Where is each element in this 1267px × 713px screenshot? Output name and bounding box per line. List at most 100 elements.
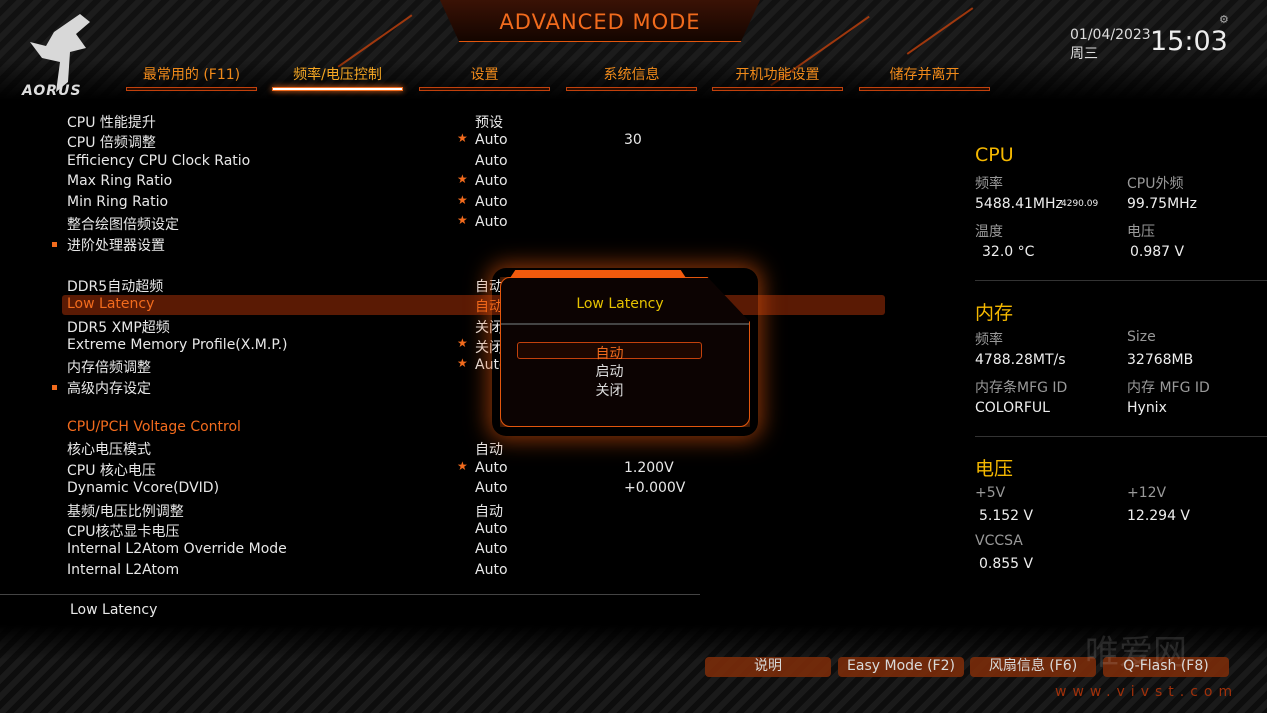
setting-label: CPU 倍频调整	[67, 135, 156, 152]
setting-row[interactable]: 内存倍频调整★Auto4800	[62, 356, 885, 376]
tab-label: 最常用的 (F11)	[142, 67, 241, 83]
weekday: 周三	[1070, 46, 1098, 62]
setting-value[interactable]: Auto	[475, 541, 508, 557]
setting-value[interactable]: Auto	[475, 480, 508, 496]
setting-row[interactable]: Dynamic Vcore(DVID) Auto +0.000V	[62, 479, 885, 499]
setting-row[interactable]: DDR5 XMP超频 关闭	[62, 316, 885, 336]
tab-label: 频率/电压控制	[293, 67, 382, 83]
setting-current-value: 30	[624, 132, 642, 149]
memory-heading: 内存	[975, 302, 1014, 324]
setting-value[interactable]: 自动	[475, 501, 503, 521]
cpu-freq-sub: 4290.09	[1061, 199, 1099, 209]
setting-row[interactable]: CPU 核心电压 ★ Auto 1.200V	[62, 459, 885, 479]
setting-row[interactable]: DDR5自动超频 自动	[62, 275, 885, 295]
mem-chip-mfg: Hynix	[1127, 400, 1167, 416]
tab-frequency-voltage[interactable]: 频率/电压控制	[272, 64, 403, 91]
setting-current-value: 1.200V	[624, 459, 674, 476]
cpu-volt: 0.987 V	[1130, 244, 1185, 260]
settings-gear-icon[interactable]: ⚙	[1219, 13, 1229, 26]
popup-option-enable[interactable]: 启动	[517, 361, 702, 380]
tab-system-info[interactable]: 系统信息	[566, 64, 697, 91]
setting-value[interactable]: Auto	[475, 153, 508, 169]
setting-value[interactable]: Auto	[475, 194, 508, 210]
cpu-volt-label: 电压	[1127, 224, 1155, 240]
cpu-bclk-label: CPU外频	[1127, 176, 1184, 192]
setting-row[interactable]: CPU 倍频调整 ★ Auto 30	[62, 131, 885, 151]
v12: 12.294 V	[1127, 508, 1191, 524]
tab-boot[interactable]: 开机功能设置	[712, 64, 843, 91]
setting-row[interactable]: Low Latency 自动	[62, 295, 885, 316]
star-icon: ★	[457, 131, 468, 146]
voltage-heading: 电压	[975, 458, 1014, 480]
setting-value[interactable]: Auto	[475, 132, 508, 148]
setting-value[interactable]: Auto	[475, 214, 508, 230]
setting-label: Max Ring Ratio	[67, 173, 173, 190]
cpu-freq-label: 频率	[975, 176, 1003, 192]
setting-label: Dynamic Vcore(DVID)	[67, 480, 220, 497]
setting-row[interactable]: Max Ring Ratio ★ Auto	[62, 172, 885, 192]
mem-module-mfg: COLORFUL	[975, 400, 1050, 416]
setting-label: Efficiency CPU Clock Ratio	[67, 152, 251, 169]
tab-favorites[interactable]: 最常用的 (F11)	[126, 64, 257, 91]
setting-value[interactable]: Auto	[475, 562, 508, 578]
setting-row[interactable]: 基频/电压比例调整 自动	[62, 500, 885, 520]
setting-value[interactable]: Auto	[475, 173, 508, 189]
setting-label: 高级内存设定	[67, 380, 151, 397]
watermark-url: www.vivst.com	[1055, 684, 1239, 700]
v5-label: +5V	[975, 485, 1006, 501]
setting-label: DDR5 XMP超频	[67, 319, 170, 336]
setting-value[interactable]: Auto	[475, 460, 508, 476]
setting-row[interactable]: 高级内存设定	[52, 377, 885, 397]
setting-value[interactable]: 自动	[475, 439, 503, 459]
setting-label: 内存倍频调整	[67, 360, 151, 377]
setting-label: 核心电压模式	[67, 442, 151, 459]
mem-module-mfg-label: 内存条MFG ID	[975, 380, 1068, 396]
setting-row[interactable]: Extreme Memory Profile(X.M.P.) ★ 关闭	[62, 336, 885, 356]
v12-label: +12V	[1127, 485, 1167, 501]
fan-info-button[interactable]: 风扇信息 (F6)	[970, 657, 1096, 677]
date: 01/04/2023	[1070, 27, 1151, 43]
setting-row[interactable]: Internal L2Atom Auto	[62, 561, 885, 581]
popup-divider	[501, 323, 749, 325]
setting-row[interactable]: 进阶处理器设置	[52, 234, 885, 254]
setting-label: Internal L2Atom Override Mode	[67, 541, 287, 558]
tab-label: 系统信息	[603, 67, 660, 83]
separator	[975, 436, 1267, 437]
setting-row[interactable]: Internal L2Atom Override Mode Auto	[62, 540, 885, 560]
vccsa-label: VCCSA	[975, 533, 1023, 549]
setting-row: CPU/PCH Voltage Control	[62, 418, 885, 438]
setting-row[interactable]: 核心电压模式 自动	[62, 438, 885, 458]
setting-row[interactable]: CPU核芯显卡电压 Auto	[62, 520, 885, 540]
setting-row[interactable]: 整合绘图倍频设定 ★ Auto	[62, 213, 885, 233]
cpu-bclk: 99.75MHz	[1127, 196, 1198, 212]
star-icon: ★	[457, 356, 468, 371]
star-icon: ★	[457, 172, 468, 187]
mem-chip-mfg-label: 内存 MFG ID	[1127, 380, 1210, 396]
tab-label: 开机功能设置	[735, 67, 820, 83]
submenu-bullet-icon	[52, 241, 57, 247]
star-icon: ★	[457, 213, 468, 228]
cpu-heading: CPU	[975, 144, 1014, 166]
easy-mode-button[interactable]: Easy Mode (F2)	[838, 657, 964, 677]
setting-current-value: +0.000V	[624, 480, 686, 497]
brand-logo-text: AORUS	[22, 83, 82, 99]
clock: 15:03	[1150, 26, 1228, 57]
setting-row[interactable]: CPU 性能提升 预设	[62, 111, 885, 131]
tab-settings[interactable]: 设置	[419, 64, 550, 91]
setting-value[interactable]: 预设	[475, 112, 503, 132]
setting-label: Internal L2Atom	[67, 561, 180, 578]
setting-label: CPU核芯显卡电压	[67, 524, 180, 540]
cpu-temp-label: 温度	[975, 224, 1003, 240]
tab-save-exit[interactable]: 储存并离开	[859, 64, 990, 91]
submenu-bullet-icon	[52, 384, 57, 390]
watermark: 唯爱网	[1085, 633, 1187, 673]
setting-row[interactable]: Efficiency CPU Clock Ratio Auto	[62, 152, 885, 172]
help-button[interactable]: 说明	[705, 657, 831, 677]
popup-option-auto[interactable]: 自动	[517, 342, 702, 362]
setting-row[interactable]: Min Ring Ratio ★ Auto	[62, 193, 885, 213]
popup-option-disable[interactable]: 关闭	[517, 380, 702, 399]
setting-value[interactable]: Auto	[475, 521, 508, 537]
setting-label: 整合绘图倍频设定	[67, 217, 179, 234]
